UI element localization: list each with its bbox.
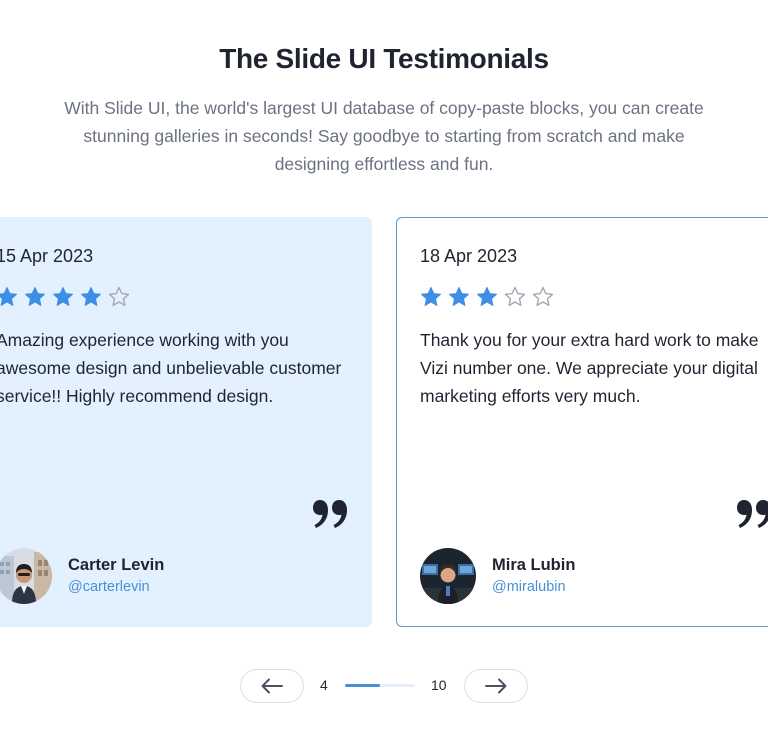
testimonial-author: Carter Levin @carterlevin — [0, 548, 164, 604]
current-slide-number: 4 — [320, 677, 328, 693]
star-filled-icon — [25, 287, 45, 306]
rating-stars — [420, 286, 554, 308]
star-filled-icon — [477, 287, 497, 306]
carousel-pager: 4 10 — [240, 669, 528, 703]
next-button[interactable] — [464, 669, 528, 703]
progress-fill — [345, 684, 380, 687]
testimonial-date: 18 Apr 2023 — [420, 246, 518, 266]
testimonial-text: Amazing experience working with you awes… — [0, 330, 342, 406]
testimonial-author: Mira Lubin @miralubin — [420, 548, 575, 604]
star-filled-icon — [81, 287, 101, 306]
author-name: Mira Lubin — [492, 556, 576, 574]
progress-track — [345, 684, 415, 687]
rating-stars — [0, 286, 130, 308]
section-title: The Slide UI Testimonials — [219, 43, 549, 74]
star-empty-icon — [504, 286, 526, 307]
arrow-right-icon — [485, 678, 507, 694]
author-handle[interactable]: @carterlevin — [68, 576, 164, 598]
star-filled-icon — [53, 287, 73, 306]
testimonial-text: Thank you for your extra hard work to ma… — [420, 330, 759, 406]
avatar — [0, 548, 52, 604]
star-empty-icon — [532, 286, 554, 307]
avatar — [420, 548, 476, 604]
arrow-left-icon — [261, 678, 283, 694]
previous-button[interactable] — [240, 669, 304, 703]
testimonial-card: 15 Apr 2023 Amazing experience working w… — [0, 217, 372, 627]
star-empty-icon — [108, 286, 130, 307]
author-name: Carter Levin — [68, 556, 165, 574]
section-subtitle: With Slide UI, the world's largest UI da… — [64, 98, 704, 174]
testimonials-section: The Slide UI Testimonials With Slide UI,… — [0, 0, 768, 743]
star-filled-icon — [421, 287, 441, 306]
star-filled-icon — [0, 287, 17, 306]
testimonial-card: 18 Apr 2023 Thank you for your extra har… — [396, 217, 768, 627]
total-slides-number: 10 — [431, 677, 447, 693]
author-handle[interactable]: @miralubin — [492, 576, 575, 598]
testimonial-date: 15 Apr 2023 — [0, 246, 94, 266]
quote-icon — [313, 500, 347, 528]
star-filled-icon — [449, 287, 469, 306]
quote-icon — [737, 500, 768, 528]
